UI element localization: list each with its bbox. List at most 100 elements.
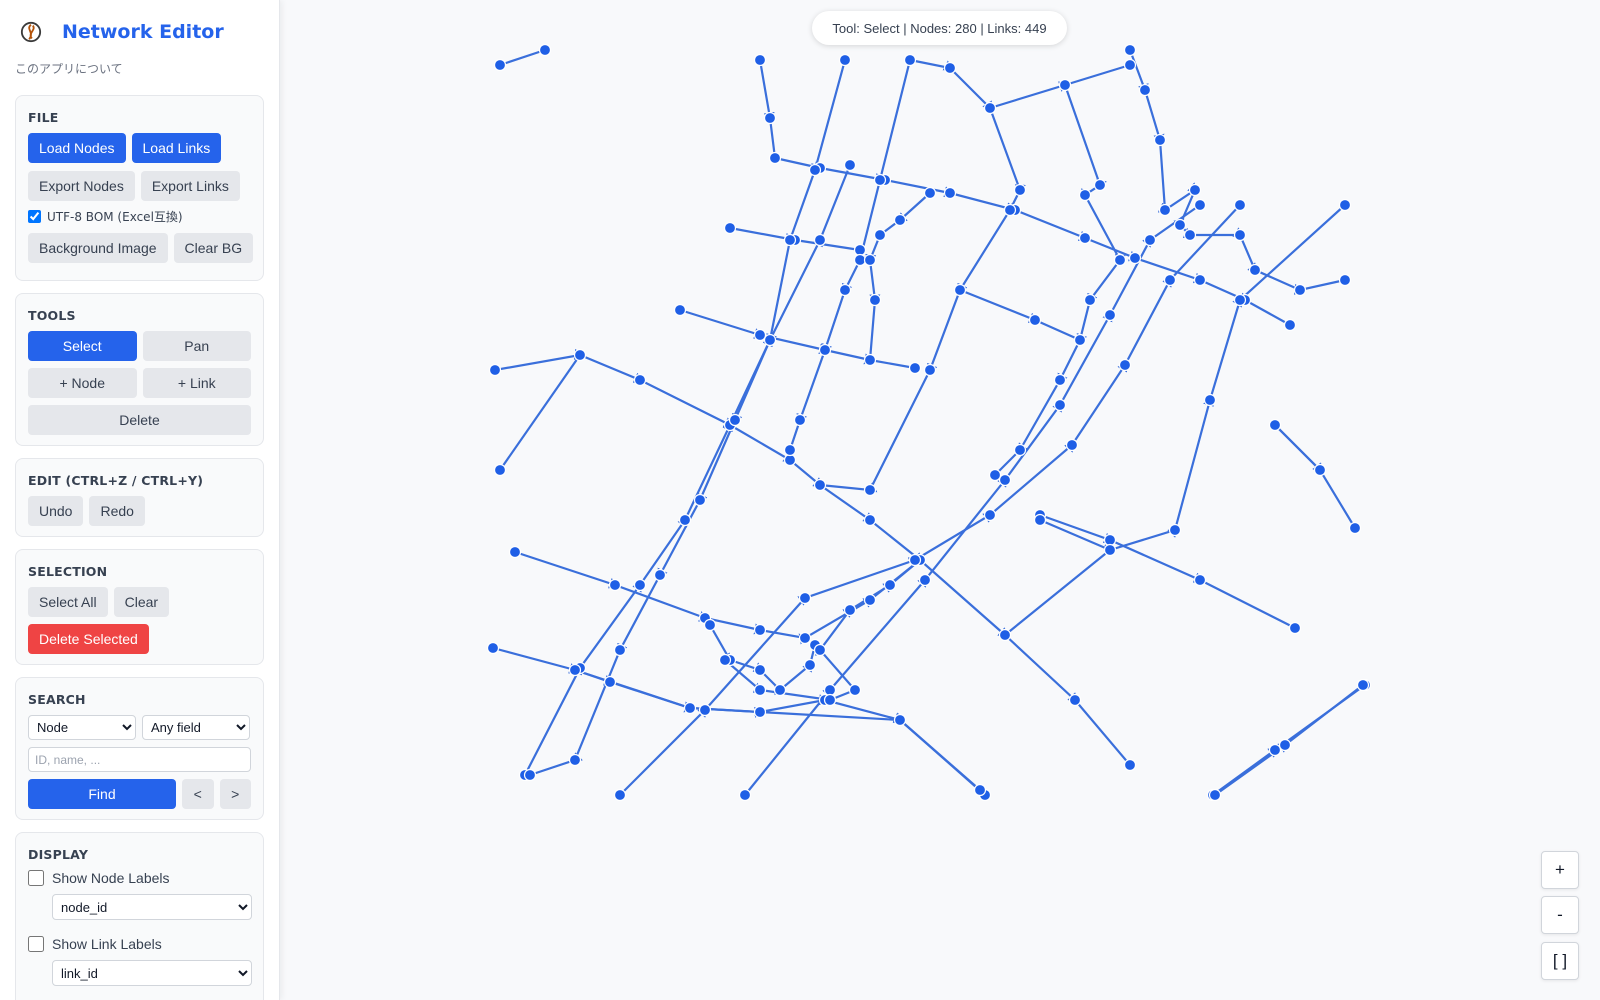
network-node[interactable]: [943, 61, 957, 75]
tool-select-button[interactable]: Select: [28, 331, 137, 361]
network-node[interactable]: [1083, 293, 1097, 307]
network-node[interactable]: [863, 353, 877, 367]
network-link[interactable]: [744, 204, 1201, 796]
network-node[interactable]: [1193, 198, 1207, 212]
network-link[interactable]: [499, 354, 581, 471]
network-node[interactable]: [493, 463, 507, 477]
network-link[interactable]: [994, 84, 1126, 476]
network-link[interactable]: [499, 48, 546, 67]
network-node[interactable]: [838, 53, 852, 67]
network-node[interactable]: [763, 111, 777, 125]
network-node[interactable]: [1078, 231, 1092, 245]
network-node[interactable]: [808, 163, 822, 177]
show-link-labels-checkbox[interactable]: [28, 936, 44, 952]
network-link[interactable]: [788, 59, 912, 451]
network-node[interactable]: [613, 788, 627, 802]
about-link[interactable]: このアプリについて: [15, 60, 264, 77]
network-node[interactable]: [633, 578, 647, 592]
network-link[interactable]: [879, 192, 931, 236]
network-link[interactable]: [819, 58, 1026, 493]
search-next-button[interactable]: >: [219, 779, 251, 809]
tool-pan-button[interactable]: Pan: [142, 331, 251, 361]
network-node[interactable]: [813, 233, 827, 247]
network-node[interactable]: [1143, 233, 1157, 247]
network-node[interactable]: [823, 693, 837, 707]
network-node[interactable]: [873, 173, 887, 187]
network-node[interactable]: [508, 545, 522, 559]
network-node[interactable]: [1193, 573, 1207, 587]
network-node[interactable]: [1188, 183, 1202, 197]
network-node[interactable]: [1093, 178, 1107, 192]
network-node[interactable]: [843, 603, 857, 617]
network-node[interactable]: [728, 413, 742, 427]
network-node[interactable]: [1123, 43, 1137, 57]
network-node[interactable]: [486, 641, 500, 655]
network-node[interactable]: [863, 593, 877, 607]
zoom-in-button[interactable]: +: [1541, 851, 1579, 889]
network-node[interactable]: [1153, 133, 1167, 147]
network-node[interactable]: [1338, 198, 1352, 212]
network-node[interactable]: [538, 43, 552, 57]
network-node[interactable]: [773, 683, 787, 697]
network-node[interactable]: [1053, 373, 1067, 387]
network-node[interactable]: [1233, 228, 1247, 242]
network-node[interactable]: [1103, 543, 1117, 557]
network-node[interactable]: [723, 221, 737, 235]
tool-add-link-button[interactable]: + Link: [142, 368, 251, 398]
network-link[interactable]: [514, 550, 921, 645]
network-node[interactable]: [863, 483, 877, 497]
network-node[interactable]: [1028, 313, 1042, 327]
network-node[interactable]: [673, 303, 687, 317]
network-node[interactable]: [1268, 418, 1282, 432]
zoom-fit-button[interactable]: [ ]: [1541, 942, 1579, 980]
network-node[interactable]: [678, 513, 692, 527]
network-node[interactable]: [1193, 273, 1207, 287]
network-node[interactable]: [698, 703, 712, 717]
network-node[interactable]: [1278, 738, 1292, 752]
redo-button[interactable]: Redo: [89, 496, 145, 526]
zoom-out-button[interactable]: -: [1541, 896, 1579, 934]
network-node[interactable]: [943, 186, 957, 200]
network-node[interactable]: [1203, 393, 1217, 407]
network-link[interactable]: [492, 646, 986, 796]
network-link[interactable]: [494, 348, 1131, 766]
network-node[interactable]: [908, 553, 922, 567]
network-node[interactable]: [608, 578, 622, 592]
network-node[interactable]: [1058, 78, 1072, 92]
network-link[interactable]: [814, 559, 921, 691]
network-node[interactable]: [613, 643, 627, 657]
network-node[interactable]: [853, 253, 867, 267]
network-link[interactable]: [1274, 424, 1356, 529]
network-node[interactable]: [693, 493, 707, 507]
network-node[interactable]: [753, 683, 767, 697]
find-button[interactable]: Find: [28, 779, 176, 809]
undo-button[interactable]: Undo: [28, 496, 84, 526]
load-links-button[interactable]: Load Links: [131, 133, 222, 163]
network-node[interactable]: [1248, 263, 1262, 277]
network-node[interactable]: [923, 186, 937, 200]
network-graph[interactable]: [281, 0, 1600, 1000]
network-node[interactable]: [893, 213, 907, 227]
network-node[interactable]: [718, 653, 732, 667]
network-node[interactable]: [783, 443, 797, 457]
network-node[interactable]: [988, 468, 1002, 482]
show-link-labels-option[interactable]: Show Link Labels: [28, 936, 251, 952]
network-node[interactable]: [1283, 318, 1297, 332]
network-node[interactable]: [1338, 273, 1352, 287]
node-label-field-select[interactable]: node_id: [52, 894, 252, 920]
network-node[interactable]: [1065, 438, 1079, 452]
network-node[interactable]: [998, 628, 1012, 642]
network-node[interactable]: [863, 253, 877, 267]
network-node[interactable]: [873, 228, 887, 242]
network-node[interactable]: [573, 348, 587, 362]
network-node[interactable]: [1173, 218, 1187, 232]
network-node[interactable]: [1293, 283, 1307, 297]
network-node[interactable]: [793, 413, 807, 427]
network-node[interactable]: [1123, 758, 1137, 772]
network-node[interactable]: [868, 293, 882, 307]
network-node[interactable]: [1078, 188, 1092, 202]
network-link[interactable]: [959, 288, 1081, 342]
bom-checkbox[interactable]: [28, 210, 41, 223]
network-node[interactable]: [883, 578, 897, 592]
network-node[interactable]: [998, 473, 1012, 487]
